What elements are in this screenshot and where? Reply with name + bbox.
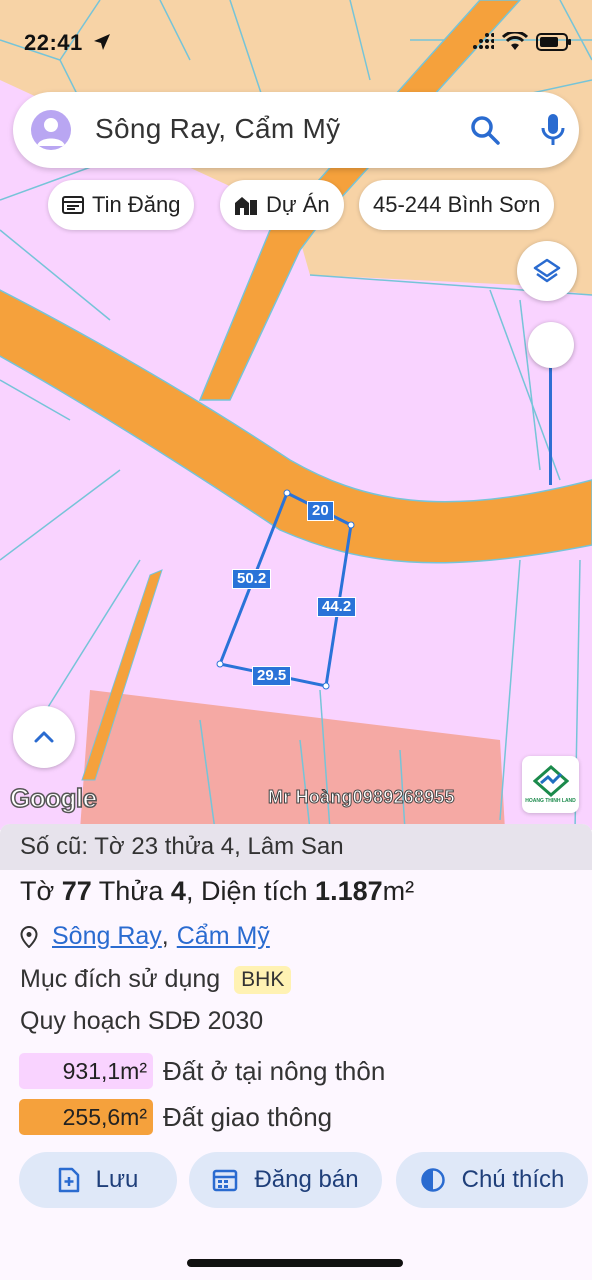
chip-projects[interactable]: Dự Án bbox=[220, 180, 344, 230]
wifi-icon bbox=[502, 32, 528, 50]
zone-label-residential: Đất ở tại nông thôn bbox=[163, 1055, 386, 1086]
listing-icon bbox=[62, 196, 84, 214]
home-indicator[interactable] bbox=[187, 1259, 403, 1267]
microphone-icon[interactable] bbox=[539, 112, 567, 148]
search-icon[interactable] bbox=[469, 114, 501, 146]
search-input[interactable]: Sông Ray, Cẩm Mỹ bbox=[95, 113, 340, 145]
zone-residential: 931,1m² Đất ở tại nông thôn bbox=[19, 1053, 385, 1089]
zone-area-residential: 931,1m² bbox=[19, 1053, 153, 1089]
calendar-icon bbox=[213, 1169, 238, 1192]
dimension-left-label: 50.2 bbox=[232, 569, 272, 589]
purpose-label: Mục đích sử dụng bbox=[20, 965, 221, 993]
layers-icon bbox=[533, 258, 561, 283]
post-sale-button-label: Đăng bán bbox=[254, 1166, 359, 1193]
dimension-right-label: 44.2 bbox=[317, 597, 357, 617]
brand-logo-icon bbox=[532, 765, 569, 797]
cellular-signal-icon bbox=[473, 33, 494, 49]
google-attribution: Google bbox=[9, 782, 98, 814]
contrast-icon bbox=[420, 1168, 445, 1192]
legend-button[interactable]: Chú thích bbox=[396, 1152, 588, 1208]
sheet-label: Tờ bbox=[20, 876, 55, 906]
chip-projects-label: Dự Án bbox=[266, 192, 330, 217]
chip-location-label: 45-244 Bình Sơn bbox=[373, 192, 541, 217]
buildings-icon bbox=[235, 197, 257, 215]
zone-transport: 255,6m² Đất giao thông bbox=[19, 1099, 332, 1135]
avatar[interactable] bbox=[31, 110, 71, 150]
location-pin-icon bbox=[20, 925, 38, 948]
purpose-code-badge: BHK bbox=[234, 965, 292, 994]
brand-logo[interactable]: HOANG THINH LAND bbox=[522, 756, 579, 813]
filter-chips: Tin Đăng Dự Án 45-244 Bình Sơn bbox=[0, 180, 592, 232]
parcel-number: 4 bbox=[170, 876, 186, 906]
land-use-purpose: Mục đích sử dụng BHK bbox=[20, 965, 292, 994]
user-avatar-icon bbox=[37, 118, 65, 146]
area-value: 1.187 bbox=[315, 876, 383, 906]
parcel-location: Sông Ray , Cẩm Mỹ bbox=[20, 922, 270, 951]
area-unit: m² bbox=[382, 876, 415, 906]
map-view[interactable]: 20 50.2 44.2 29.5 22:41 Sông Ray, Cẩm Mỹ… bbox=[0, 0, 592, 830]
status-time: 22:41 bbox=[24, 30, 83, 55]
status-icons bbox=[472, 32, 572, 52]
location-arrow-icon bbox=[94, 34, 110, 50]
plan-title: Quy hoạch SDĐ 2030 bbox=[20, 1007, 264, 1035]
expand-panel-button[interactable] bbox=[13, 706, 75, 768]
watermark-text: Mr Hoàng0989268955 bbox=[268, 787, 456, 808]
chip-location[interactable]: 45-244 Bình Sơn bbox=[359, 180, 555, 230]
layers-button[interactable] bbox=[517, 241, 577, 301]
add-file-icon bbox=[58, 1167, 79, 1193]
district-link[interactable]: Cẩm Mỹ bbox=[177, 922, 270, 951]
search-bar[interactable]: Sông Ray, Cẩm Mỹ bbox=[13, 92, 579, 168]
area-label: Diện tích bbox=[200, 876, 308, 906]
zone-label-transport: Đất giao thông bbox=[163, 1101, 333, 1132]
post-sale-button[interactable]: Đăng bán bbox=[189, 1152, 382, 1208]
sheet-number: 77 bbox=[61, 876, 92, 906]
battery-icon bbox=[536, 33, 571, 51]
brand-logo-text: HOANG THINH LAND bbox=[525, 798, 576, 804]
zone-area-transport: 255,6m² bbox=[19, 1099, 153, 1135]
dimension-bottom-label: 29.5 bbox=[252, 666, 292, 686]
status-bar: 22:41 bbox=[0, 0, 592, 88]
chevron-up-icon bbox=[34, 731, 54, 743]
chip-listings[interactable]: Tin Đăng bbox=[48, 180, 195, 230]
parcel-label: Thửa bbox=[98, 876, 164, 906]
opacity-slider-thumb[interactable] bbox=[528, 322, 574, 368]
save-button[interactable]: Lưu bbox=[19, 1152, 177, 1208]
parcel-title: Tờ 77 Thửa 4, Diện tích 1.187m² bbox=[20, 876, 415, 906]
old-parcel-info: Số cũ: Tờ 23 thửa 4, Lâm San bbox=[0, 824, 592, 870]
parcel-info-panel: Số cũ: Tờ 23 thửa 4, Lâm San Tờ 77 Thửa … bbox=[0, 824, 592, 1280]
save-button-label: Lưu bbox=[95, 1166, 139, 1193]
chip-listings-label: Tin Đăng bbox=[92, 192, 181, 217]
dimension-top-label: 20 bbox=[307, 501, 334, 521]
legend-button-label: Chú thích bbox=[461, 1166, 565, 1193]
commune-link[interactable]: Sông Ray bbox=[52, 922, 162, 951]
